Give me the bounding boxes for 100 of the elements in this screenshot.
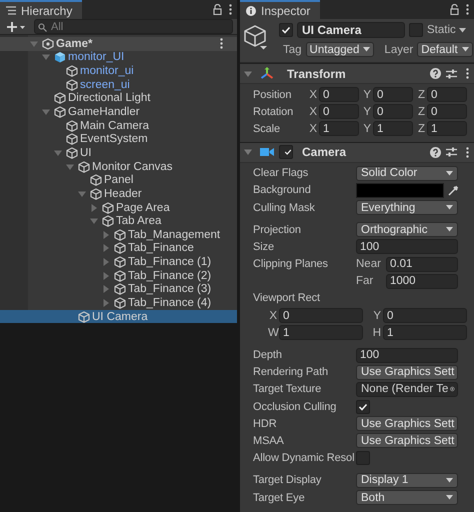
component-header[interactable]: Camera xyxy=(240,142,474,163)
expanded-arrow-icon[interactable] xyxy=(30,40,38,48)
checkbox[interactable] xyxy=(356,451,370,466)
number-field[interactable]: 100 xyxy=(356,348,458,363)
hierarchy-item[interactable]: Page Area xyxy=(0,200,237,214)
hierarchy-item[interactable]: Tab_Finance (3) xyxy=(0,282,237,296)
lock-icon[interactable] xyxy=(450,4,459,15)
number-field[interactable]: 0 xyxy=(373,87,413,102)
hierarchy-item[interactable]: screen_ui xyxy=(0,78,237,92)
collapsed-arrow-icon[interactable] xyxy=(102,272,110,280)
dropdown[interactable]: Orthographic xyxy=(356,222,458,238)
more-icon[interactable] xyxy=(220,38,223,49)
number-field[interactable]: 0 xyxy=(427,104,467,120)
object-field[interactable]: None (Render Te xyxy=(356,382,458,397)
cube-icon xyxy=(114,283,126,296)
hierarchy-item[interactable]: Monitor Canvas xyxy=(0,160,237,174)
expanded-arrow-icon[interactable] xyxy=(90,217,98,226)
hierarchy-item[interactable]: Tab_Finance xyxy=(0,242,237,256)
number-field[interactable]: 0 xyxy=(279,308,363,324)
dropdown[interactable]: Solid Color xyxy=(356,166,458,181)
expanded-arrow-icon[interactable] xyxy=(54,148,62,157)
expanded-arrow-icon[interactable] xyxy=(244,70,252,78)
cube-icon xyxy=(54,106,66,118)
number-field[interactable]: 1000 xyxy=(386,274,458,289)
expanded-arrow-icon[interactable] xyxy=(244,148,252,156)
layer-dropdown[interactable]: Default xyxy=(417,42,473,57)
tag-dropdown[interactable]: Untagged xyxy=(306,42,374,57)
hierarchy-item[interactable]: monitor_ui xyxy=(0,64,237,78)
help-icon[interactable] xyxy=(430,146,441,158)
hierarchy-item[interactable]: Tab_Finance (1) xyxy=(0,255,237,269)
expanded-arrow-icon[interactable] xyxy=(66,162,74,171)
dropdown[interactable]: Everything xyxy=(356,200,458,216)
hierarchy-item[interactable]: UI Camera xyxy=(0,310,237,324)
hierarchy-item[interactable]: Panel xyxy=(0,173,237,188)
hierarchy-item[interactable]: Tab_Finance (4) xyxy=(0,296,237,310)
hierarchy-item[interactable]: UI xyxy=(0,146,237,160)
enabled-checkbox[interactable] xyxy=(279,145,293,160)
dropdown[interactable]: Use Graphics Sett xyxy=(356,416,458,432)
more-icon[interactable] xyxy=(229,4,232,15)
static-checkbox[interactable] xyxy=(409,23,423,37)
dropdown[interactable]: Display 1 xyxy=(356,472,458,488)
number-field[interactable]: 0 xyxy=(427,87,467,102)
expanded-arrow-icon[interactable] xyxy=(78,190,86,198)
hierarchy-tab[interactable]: Hierarchy xyxy=(0,0,82,19)
item-name: Tab_Finance xyxy=(128,242,194,254)
hierarchy-item[interactable]: Header xyxy=(0,187,237,201)
lock-icon[interactable] xyxy=(213,4,222,15)
eyedropper-icon[interactable] xyxy=(448,184,459,196)
add-button[interactable] xyxy=(4,20,28,32)
dropdown[interactable]: Use Graphics Sett xyxy=(356,433,458,448)
hierarchy-item[interactable]: Directional Light xyxy=(0,92,237,106)
number-field[interactable]: 1 xyxy=(427,121,467,136)
inspector-tab[interactable]: Inspector xyxy=(240,0,320,19)
sliders-icon[interactable] xyxy=(446,68,457,78)
dropdown[interactable]: Both xyxy=(356,490,458,506)
hierarchy-item[interactable]: Tab_Management xyxy=(0,228,237,242)
collapsed-arrow-icon[interactable] xyxy=(102,258,110,266)
help-icon[interactable] xyxy=(430,68,441,79)
caret-icon xyxy=(458,28,466,32)
name-field[interactable]: UI Camera xyxy=(297,22,405,38)
collapsed-arrow-icon[interactable] xyxy=(102,285,110,294)
component-header[interactable]: Transform xyxy=(240,63,474,84)
number-field[interactable]: 0 xyxy=(383,308,467,324)
sliders-icon[interactable] xyxy=(446,147,457,158)
dropdown[interactable]: Use Graphics Sett xyxy=(356,364,458,380)
number-field[interactable]: 1 xyxy=(319,121,359,136)
more-icon[interactable] xyxy=(466,146,469,158)
number-field[interactable]: 0 xyxy=(373,104,413,120)
axes-icon xyxy=(260,67,274,80)
active-checkbox[interactable] xyxy=(279,23,293,37)
expanded-arrow-icon[interactable] xyxy=(42,53,50,62)
number-field[interactable]: 100 xyxy=(356,239,458,254)
number-field[interactable]: 0 xyxy=(319,104,359,120)
number-field[interactable]: 1 xyxy=(279,325,363,340)
axis-label: Y xyxy=(362,122,371,135)
search-field[interactable]: All xyxy=(34,19,233,34)
color-field[interactable] xyxy=(356,182,444,198)
number-field[interactable]: 1 xyxy=(383,325,467,340)
collapsed-arrow-icon[interactable] xyxy=(90,204,98,212)
number-field[interactable]: 0.01 xyxy=(386,256,458,272)
hierarchy-item[interactable]: EventSystem xyxy=(0,132,237,146)
number-field[interactable]: 1 xyxy=(373,121,413,136)
checkbox[interactable] xyxy=(356,400,370,414)
more-icon[interactable] xyxy=(466,68,469,79)
collapsed-arrow-icon[interactable] xyxy=(102,244,110,252)
collapsed-arrow-icon[interactable] xyxy=(102,298,110,307)
expanded-arrow-icon[interactable] xyxy=(42,108,50,116)
hierarchy-item[interactable]: Tab_Finance (2) xyxy=(0,268,237,283)
number-field[interactable]: 0 xyxy=(319,87,359,102)
property-label: HDR xyxy=(253,418,278,430)
hierarchy-item[interactable]: monitor_UI xyxy=(0,50,237,64)
hierarchy-item[interactable]: Game* xyxy=(0,37,237,51)
more-icon[interactable] xyxy=(466,4,469,15)
static-dropdown[interactable]: Static xyxy=(427,24,466,36)
hierarchy-item[interactable]: GameHandler xyxy=(0,105,237,119)
collapsed-arrow-icon[interactable] xyxy=(102,230,110,239)
property-label: Projection xyxy=(253,224,302,236)
hierarchy-item[interactable]: Tab Area xyxy=(0,214,237,228)
cube-icon xyxy=(90,174,102,186)
hierarchy-item[interactable]: Main Camera xyxy=(0,118,237,132)
